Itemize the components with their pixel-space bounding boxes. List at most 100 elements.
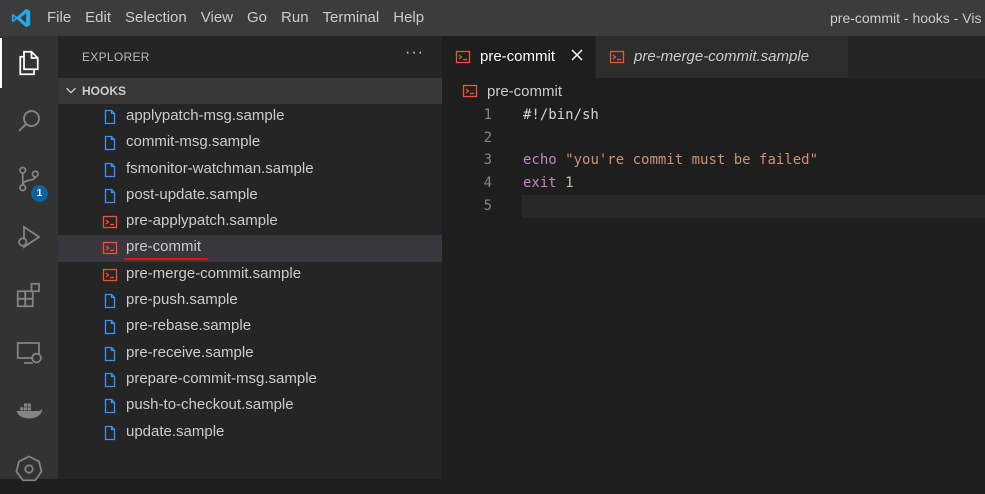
search-icon <box>18 110 40 132</box>
line-number: 3 <box>483 152 492 169</box>
file-item[interactable]: post-update.sample <box>58 183 442 209</box>
close-icon[interactable] <box>569 47 585 63</box>
tab-label: pre-commit <box>480 48 556 65</box>
breadcrumb: pre-commit <box>442 78 985 104</box>
shell-file-icon <box>102 242 118 255</box>
menu-help[interactable]: Help <box>386 0 431 36</box>
activity-bar: 1 <box>0 36 58 482</box>
document-file-icon <box>104 399 116 414</box>
line-number: 2 <box>483 129 492 146</box>
shell-file-icon <box>102 268 118 281</box>
file-item[interactable]: pre-commit <box>58 235 442 262</box>
line-number: 1 <box>483 107 492 123</box>
kubernetes-activity-button[interactable] <box>0 444 58 494</box>
search-activity-button[interactable] <box>0 96 58 146</box>
docker-activity-button[interactable] <box>0 386 58 436</box>
file-item[interactable]: pre-rebase.sample <box>58 314 442 340</box>
remote-explorer-activity-button[interactable] <box>0 328 58 378</box>
shell-file-icon <box>455 50 471 64</box>
line-number: 4 <box>483 175 492 192</box>
tab-pre-commit[interactable]: pre-commit <box>442 36 595 78</box>
shell-file-icon <box>462 84 478 98</box>
title-bar: File Edit Selection View Go Run Terminal Help p… <box>0 0 985 36</box>
annotation-underline <box>124 258 208 261</box>
file-name: push-to-checkout.sample <box>126 396 294 414</box>
code-token: exit <box>523 175 566 192</box>
file-name: pre-receive.sample <box>126 343 254 361</box>
vscode-logo-icon[interactable] <box>10 7 32 29</box>
shell-file-icon <box>609 50 625 64</box>
file-name: pre-commit <box>126 238 202 256</box>
files-icon <box>19 50 39 76</box>
more-actions-button[interactable]: ··· <box>405 44 424 62</box>
file-name: commit-msg.sample <box>126 133 261 151</box>
file-item[interactable]: commit-msg.sample <box>58 130 442 156</box>
menu-edit[interactable]: Edit <box>78 0 118 36</box>
explorer-activity-button[interactable] <box>0 38 58 88</box>
source-control-activity-button[interactable]: 1 <box>0 154 58 204</box>
code-token: echo <box>523 152 566 169</box>
document-file-icon <box>104 372 116 388</box>
current-line-highlight <box>522 194 985 218</box>
menu-run[interactable]: Run <box>274 0 316 36</box>
file-name: post-update.sample <box>126 185 258 203</box>
file-name: pre-applypatch.sample <box>126 212 278 230</box>
hooks-folder-header[interactable]: HOOKS <box>58 78 442 104</box>
run-debug-icon <box>18 225 41 249</box>
code-token: 1 <box>565 175 574 192</box>
explorer-title: EXPLORER <box>82 50 150 64</box>
menu-view[interactable]: View <box>194 0 240 36</box>
extensions-activity-button[interactable] <box>0 270 58 320</box>
file-name: applypatch-msg.sample <box>126 107 285 124</box>
file-name: update.sample <box>126 422 225 440</box>
file-name: pre-push.sample <box>126 291 238 309</box>
code-editor[interactable]: 1 #!/bin/sh 2 3 echo "you're commit must be … <box>442 104 985 479</box>
active-indicator <box>0 38 2 88</box>
file-item[interactable]: pre-receive.sample <box>58 341 442 367</box>
code-line: echo "you're commit must be failed" <box>523 149 818 172</box>
extensions-icon <box>16 282 40 308</box>
file-item[interactable]: prepare-commit-msg.sample <box>58 367 442 393</box>
file-item[interactable]: pre-applypatch.sample <box>58 209 442 235</box>
document-file-icon <box>104 320 116 335</box>
chevron-down-icon <box>66 87 76 94</box>
code-token: #!/bin/sh <box>523 107 599 123</box>
document-file-icon <box>104 162 116 177</box>
explorer-sidebar: EXPLORER ··· HOOKS applypatch-msg.sample… <box>58 36 442 479</box>
folder-name: HOOKS <box>82 84 127 98</box>
file-list: applypatch-msg.sample commit-msg.sample fs… <box>58 104 442 446</box>
document-file-icon <box>104 136 116 151</box>
file-item[interactable]: applypatch-msg.sample <box>58 104 442 130</box>
window-title: pre-commit - hooks - Vis <box>830 10 982 26</box>
menu-terminal[interactable]: Terminal <box>316 0 387 36</box>
source-control-badge: 1 <box>31 185 48 202</box>
breadcrumb-file[interactable]: pre-commit <box>487 83 562 100</box>
file-name: fsmonitor-watchman.sample <box>126 159 314 177</box>
code-line: #!/bin/sh <box>523 104 599 127</box>
menu-bar: File Edit Selection View Go Run Terminal Help <box>40 0 431 36</box>
document-file-icon <box>104 346 116 361</box>
file-item[interactable]: update.sample <box>58 420 442 446</box>
menu-go[interactable]: Go <box>240 0 274 36</box>
file-item[interactable]: push-to-checkout.sample <box>58 393 442 419</box>
file-name: prepare-commit-msg.sample <box>126 369 317 387</box>
remote-explorer-icon <box>16 342 42 364</box>
menu-selection[interactable]: Selection <box>118 0 194 36</box>
line-number: 5 <box>483 197 492 214</box>
tab-label: pre-merge-commit.sample <box>634 48 810 65</box>
document-file-icon <box>104 425 116 440</box>
editor-tabs: pre-commit pre-merge-commit.sample <box>442 36 985 78</box>
document-file-icon <box>104 188 116 204</box>
run-debug-activity-button[interactable] <box>0 212 58 262</box>
file-item[interactable]: pre-merge-commit.sample <box>58 262 442 288</box>
kubernetes-icon <box>15 455 43 482</box>
file-name: pre-merge-commit.sample <box>126 264 302 282</box>
document-file-icon <box>104 293 116 309</box>
file-item[interactable]: fsmonitor-watchman.sample <box>58 157 442 183</box>
file-item[interactable]: pre-push.sample <box>58 288 442 314</box>
code-token: "you're commit must be failed" <box>565 152 819 169</box>
tab-pre-merge-commit[interactable]: pre-merge-commit.sample <box>596 36 848 78</box>
menu-file[interactable]: File <box>40 0 78 36</box>
code-line: exit 1 <box>523 172 574 195</box>
docker-icon <box>16 403 43 419</box>
